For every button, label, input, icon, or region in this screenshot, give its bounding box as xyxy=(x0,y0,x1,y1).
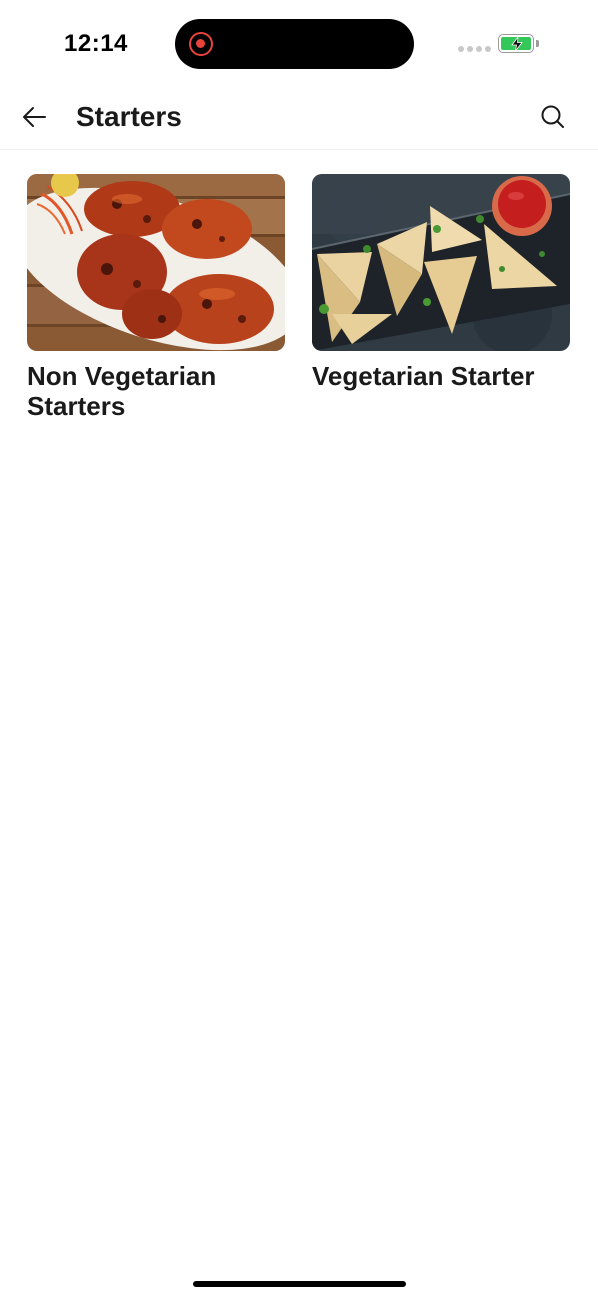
dynamic-island xyxy=(175,19,414,69)
screen: 12:14 Starters Non Vegetarian Starters V… xyxy=(0,0,598,1300)
recording-indicator-icon xyxy=(189,32,213,56)
signal-icon xyxy=(458,46,491,52)
home-indicator[interactable] xyxy=(193,1281,406,1287)
back-button[interactable] xyxy=(18,102,52,132)
status-bar: 12:14 xyxy=(0,0,598,90)
category-card-veg[interactable]: Vegetarian Starter xyxy=(312,174,570,421)
category-label: Non Vegetarian Starters xyxy=(27,361,217,421)
battery-cap xyxy=(536,40,539,47)
tandoori-chicken-photo[interactable] xyxy=(27,174,285,351)
arrow-left-icon xyxy=(23,107,46,127)
charging-bolt-icon xyxy=(511,36,523,52)
search-button[interactable] xyxy=(538,102,568,132)
samosa-with-ketchup-photo[interactable] xyxy=(312,174,570,351)
app-header: Starters xyxy=(0,90,598,150)
status-time: 12:14 xyxy=(64,30,128,57)
page-title: Starters xyxy=(76,101,182,132)
category-grid: Non Vegetarian Starters Vegetarian Start… xyxy=(27,174,571,421)
category-label: Vegetarian Starter xyxy=(312,361,535,391)
battery-icon xyxy=(498,34,534,53)
search-icon xyxy=(541,105,564,128)
category-card-non-veg[interactable]: Non Vegetarian Starters xyxy=(27,174,285,421)
